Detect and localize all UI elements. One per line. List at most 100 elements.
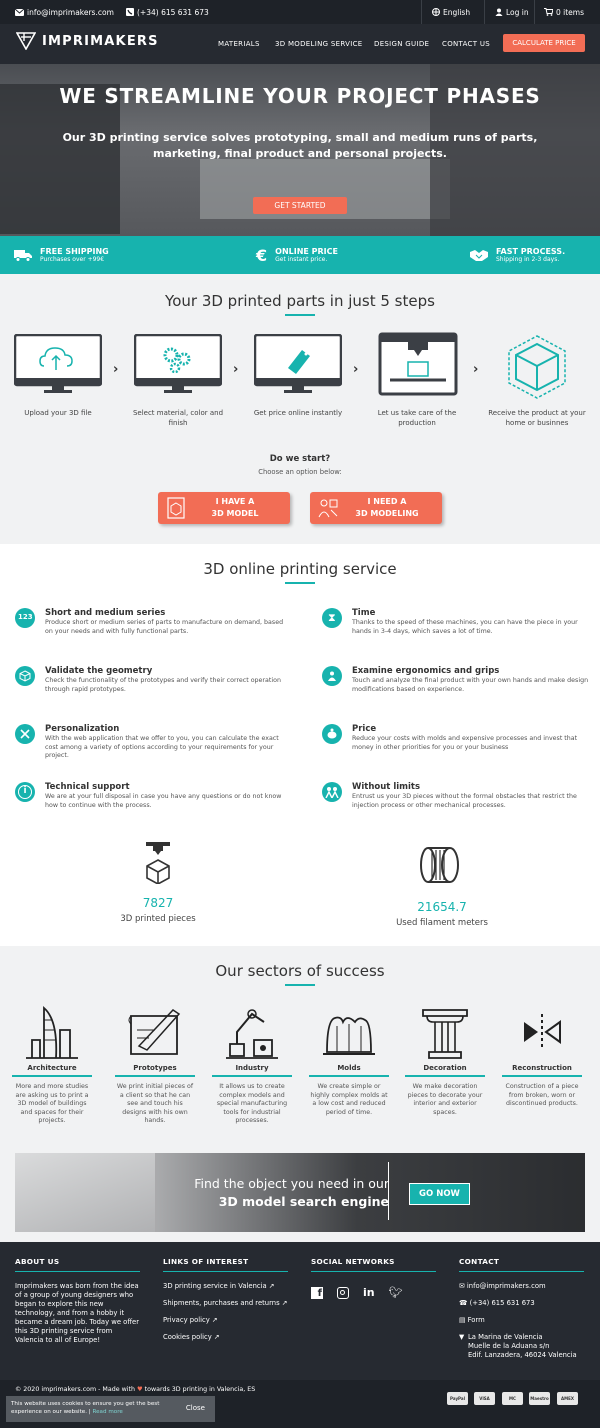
cookie-close-button[interactable]: Close: [186, 1404, 205, 1413]
hourglass-icon: ⧗: [322, 608, 342, 628]
model-file-icon: [167, 497, 185, 519]
stat-value: 21654.7: [417, 900, 467, 914]
contact-phone-text: (+34) 615 631 673: [469, 1299, 535, 1307]
footer-link-privacy[interactable]: Privacy policy ↗: [163, 1316, 288, 1325]
form-icon: ▤: [459, 1316, 466, 1324]
info-icon: i: [15, 782, 35, 802]
main-nav: IMPRIMAKERS MATERIALS 3D MODELING SERVIC…: [0, 24, 600, 64]
divider: [388, 1162, 389, 1220]
sector-decoration: Decoration We make decoration pieces to …: [405, 1000, 485, 1117]
language-selector[interactable]: English: [432, 0, 470, 24]
contact-form[interactable]: ▤ Form: [459, 1316, 584, 1325]
sector-name: Decoration: [405, 1064, 485, 1077]
benefit-title: FAST PROCESS.: [496, 246, 566, 256]
footer-link-cookies[interactable]: Cookies policy ↗: [163, 1333, 288, 1342]
sector-molds: Molds We create simple or highly complex…: [309, 1000, 389, 1117]
feature-text: Touch and analyze the final product with…: [352, 677, 589, 693]
footer-links: LINKS OF INTEREST 3D printing service in…: [163, 1257, 288, 1342]
sector-industry: Industry It allows us to create complex …: [212, 1000, 292, 1126]
search-line2: 3D model search engine: [218, 1194, 389, 1209]
chevron-right-icon: ›: [473, 362, 479, 377]
go-now-button[interactable]: GO NOW: [409, 1183, 470, 1205]
instagram-icon[interactable]: [337, 1286, 349, 1299]
contact-phone[interactable]: ☎ (+34) 615 631 673: [459, 1299, 584, 1308]
about-text: Imprimakers was born from the idea of a …: [15, 1282, 139, 1344]
external-link-icon: ↗: [213, 1333, 220, 1341]
phone-icon: [126, 8, 134, 16]
column-icon: [422, 1009, 468, 1059]
external-link-icon: ↗: [211, 1316, 218, 1324]
cookie-banner: This website uses cookies to ensure you …: [6, 1396, 215, 1422]
mastercard-icon: MC: [502, 1392, 523, 1405]
get-started-button[interactable]: GET STARTED: [253, 197, 347, 214]
feature-text: Entrust us your 3D pieces without the fo…: [352, 793, 577, 809]
handshake-icon: [470, 250, 488, 261]
search-banner-text: Find the object you need in our 3D model…: [155, 1175, 389, 1211]
contact-email[interactable]: ✉ info@imprimakers.com: [459, 1282, 584, 1291]
footer-link-shipments[interactable]: Shipments, purchases and returns ↗: [163, 1299, 288, 1308]
search-line1: Find the object you need in our: [194, 1176, 389, 1191]
divider: [534, 0, 535, 24]
option-label: I HAVE A: [215, 497, 255, 506]
footer-link-valencia[interactable]: 3D printing service in Valencia ↗: [163, 1282, 288, 1291]
hero-subtitle: Our 3D printing service solves prototypi…: [62, 131, 538, 160]
topbar-phone-text: (+34) 615 631 673: [137, 7, 209, 17]
reconstruct-arrows-icon: [524, 1014, 561, 1050]
visa-icon: VISA: [474, 1392, 495, 1405]
address-line: Muelle de la Aduana s/n: [468, 1342, 550, 1350]
feature-text: We are at your full disposal in case you…: [45, 793, 282, 809]
globe-icon: [432, 8, 440, 16]
cart-icon: [544, 8, 553, 16]
user-icon: [495, 8, 503, 16]
sector-name: Industry: [212, 1064, 292, 1077]
feature-text: Reduce your costs with molds and expensi…: [352, 735, 578, 751]
step-caption: Receive the product at your home or busi…: [488, 409, 586, 427]
nav-item-modeling[interactable]: 3D MODELING SERVICE: [275, 40, 363, 48]
nav-item-materials[interactable]: MATERIALS: [218, 40, 260, 48]
paypal-icon: PayPal: [447, 1392, 468, 1405]
benefit-sub: Purchases over +99€: [40, 255, 105, 263]
topbar-phone[interactable]: (+34) 615 631 673: [126, 0, 209, 24]
tools-icon: [15, 724, 35, 744]
step-caption: Let us take care of the production: [377, 409, 457, 427]
filament-spool-icon: [420, 847, 459, 883]
footer-heading: CONTACT: [459, 1257, 584, 1272]
linkedin-icon[interactable]: in: [363, 1286, 375, 1299]
have-3d-model-button[interactable]: I HAVE A 3D MODEL: [158, 492, 290, 524]
nav-item-design-guide[interactable]: DESIGN GUIDE: [374, 40, 429, 48]
features-section: 3D online printing service 123 Short and…: [0, 544, 600, 946]
chevron-right-icon: ›: [113, 362, 119, 377]
numbers-icon: 123: [15, 608, 35, 628]
cookie-read-more[interactable]: Read more: [92, 1409, 122, 1415]
login-link[interactable]: Log in: [495, 0, 529, 24]
copyright: © 2020 imprimakers.com - Made with ♥ tow…: [15, 1386, 255, 1393]
need-3d-modeling-button[interactable]: I NEED A 3D MODELING: [310, 492, 442, 524]
twitter-icon[interactable]: 🐦︎: [389, 1286, 403, 1299]
cookie-text: This website uses cookies to ensure you …: [11, 1401, 160, 1415]
feature-title: Time: [352, 608, 376, 618]
feature-title: Price: [352, 724, 377, 734]
calculate-price-button[interactable]: CALCULATE PRICE: [503, 34, 585, 52]
cart-link[interactable]: 0 items: [544, 0, 584, 24]
feature-text: Produce short or medium series of parts …: [45, 619, 284, 635]
topbar-email[interactable]: info@imprimakers.com: [15, 0, 114, 24]
footer-contact: CONTACT ✉ info@imprimakers.com ☎ (+34) 6…: [459, 1257, 584, 1360]
facebook-icon[interactable]: f: [311, 1286, 323, 1299]
nav-item-contact[interactable]: CONTACT US: [442, 40, 490, 48]
person-icon: [322, 666, 342, 686]
contact-form-text: Form: [467, 1316, 485, 1324]
sector-name: Molds: [309, 1064, 389, 1077]
printer-nozzle-icon: [146, 842, 170, 885]
maestro-icon: Maestro: [529, 1392, 550, 1405]
steps-section: Your 3D printed parts in just 5 steps › …: [0, 274, 600, 544]
title-underline: [285, 582, 315, 584]
sector-name: Reconstruction: [502, 1064, 582, 1077]
sector-text: More and more studies are asking us to p…: [15, 1083, 89, 1124]
building-icon: [26, 1006, 78, 1059]
option-label: 3D MODEL: [211, 509, 259, 518]
login-label: Log in: [506, 7, 529, 17]
benefit-online-price: € ONLINE PRICE Get instant price.: [256, 236, 338, 274]
feature-text: Thanks to the speed of these machines, y…: [352, 619, 578, 635]
cube-icon: [15, 666, 35, 686]
amex-icon: AMEX: [557, 1392, 578, 1405]
